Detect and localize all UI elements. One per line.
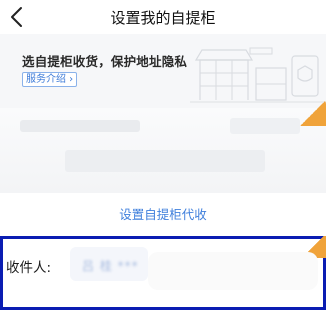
recipient-name-value: 吕 桂 *** [70, 247, 148, 281]
set-locker-proxy-link[interactable]: 设置自提柜代收 [0, 204, 326, 223]
top-nav-bar: 设置我的自提柜 [0, 0, 326, 34]
blurred-content [20, 120, 140, 132]
recipient-name-text: 吕 桂 *** [82, 259, 139, 273]
service-intro-button[interactable]: 服务介绍 › [22, 72, 78, 87]
recipient-input[interactable] [148, 252, 318, 290]
page-title: 设置我的自提柜 [110, 9, 216, 27]
banner-text: 选自提柜收货，保护地址隐私 [22, 54, 188, 69]
blurred-content [65, 150, 265, 172]
corner-badge [300, 100, 326, 126]
locker-illustration-icon [190, 47, 326, 103]
blurred-content [230, 118, 300, 134]
locker-banner: 选自提柜收货，保护地址隐私 服务介绍 › [0, 34, 326, 108]
recipient-label: 收件人: [6, 260, 52, 276]
